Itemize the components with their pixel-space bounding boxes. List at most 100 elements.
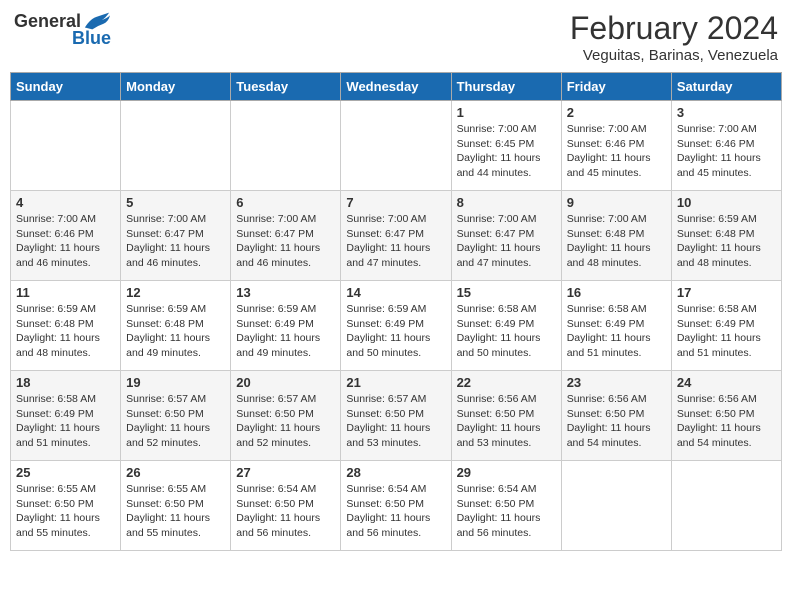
calendar-cell [231, 101, 341, 191]
day-info: Sunrise: 6:57 AM Sunset: 6:50 PM Dayligh… [346, 392, 445, 451]
calendar-cell: 26Sunrise: 6:55 AM Sunset: 6:50 PM Dayli… [121, 461, 231, 551]
calendar-cell [671, 461, 781, 551]
calendar-week-row: 11 Sunrise: 6:59 AM Sunset: 6:48 PM Dayli… [11, 281, 782, 371]
day-info: Sunrise: 6:58 AM Sunset: 6:49 PM Dayligh… [457, 302, 556, 361]
day-info: Sunrise: 7:00 AM Sunset: 6:46 PM Dayligh… [677, 122, 776, 181]
day-info: Sunrise: 6:59 AM Sunset: 6:48 PM Dayligh… [126, 302, 225, 361]
day-info: Sunrise: 6:55 AM Sunset: 6:50 PM Dayligh… [16, 482, 115, 541]
weekday-header-row: SundayMondayTuesdayWednesdayThursdayFrid… [11, 73, 782, 101]
calendar-cell: 29 Sunrise: 6:54 AM Sunset: 6:50 PM Dayli… [451, 461, 561, 551]
day-info: Sunrise: 6:58 AM Sunset: 6:49 PM Dayligh… [677, 302, 776, 361]
weekday-header-thursday: Thursday [451, 73, 561, 101]
day-info: Sunrise: 7:00 AM Sunset: 6:47 PM Dayligh… [236, 212, 335, 271]
calendar-cell [341, 101, 451, 191]
day-number: 5 [126, 195, 225, 210]
calendar-week-row: 1 Sunrise: 7:00 AM Sunset: 6:45 PM Daylig… [11, 101, 782, 191]
calendar-cell [121, 101, 231, 191]
calendar-cell: 14 Sunrise: 6:59 AM Sunset: 6:49 PM Dayli… [341, 281, 451, 371]
day-number: 24 [677, 375, 776, 390]
calendar-cell: 19Sunrise: 6:57 AM Sunset: 6:50 PM Dayli… [121, 371, 231, 461]
calendar-cell: 13 Sunrise: 6:59 AM Sunset: 6:49 PM Dayli… [231, 281, 341, 371]
day-number: 21 [346, 375, 445, 390]
day-info: Sunrise: 7:00 AM Sunset: 6:47 PM Dayligh… [126, 212, 225, 271]
title-block: February 2024 Veguitas, Barinas, Venezue… [570, 10, 778, 64]
logo-blue: Blue [72, 28, 111, 49]
calendar-week-row: 18 Sunrise: 6:58 AM Sunset: 6:49 PM Dayli… [11, 371, 782, 461]
day-number: 14 [346, 285, 445, 300]
calendar-week-row: 4 Sunrise: 7:00 AM Sunset: 6:46 PM Daylig… [11, 191, 782, 281]
day-info: Sunrise: 6:59 AM Sunset: 6:49 PM Dayligh… [236, 302, 335, 361]
day-number: 13 [236, 285, 335, 300]
day-number: 15 [457, 285, 556, 300]
day-info: Sunrise: 6:54 AM Sunset: 6:50 PM Dayligh… [346, 482, 445, 541]
day-info: Sunrise: 6:59 AM Sunset: 6:48 PM Dayligh… [677, 212, 776, 271]
calendar-cell: 25 Sunrise: 6:55 AM Sunset: 6:50 PM Dayli… [11, 461, 121, 551]
calendar-week-row: 25 Sunrise: 6:55 AM Sunset: 6:50 PM Dayli… [11, 461, 782, 551]
calendar-cell: 23 Sunrise: 6:56 AM Sunset: 6:50 PM Dayli… [561, 371, 671, 461]
day-info: Sunrise: 6:59 AM Sunset: 6:48 PM Dayligh… [16, 302, 115, 361]
day-info: Sunrise: 7:00 AM Sunset: 6:46 PM Dayligh… [16, 212, 115, 271]
calendar-cell: 18 Sunrise: 6:58 AM Sunset: 6:49 PM Dayli… [11, 371, 121, 461]
day-number: 12 [126, 285, 225, 300]
calendar-cell: 8 Sunrise: 7:00 AM Sunset: 6:47 PM Daylig… [451, 191, 561, 281]
day-number: 20 [236, 375, 335, 390]
day-number: 3 [677, 105, 776, 120]
day-info: Sunrise: 6:55 AM Sunset: 6:50 PM Dayligh… [126, 482, 225, 541]
page-header: General Blue February 2024 Veguitas, Bar… [10, 10, 782, 64]
day-number: 16 [567, 285, 666, 300]
day-number: 8 [457, 195, 556, 210]
calendar-cell: 22Sunrise: 6:56 AM Sunset: 6:50 PM Dayli… [451, 371, 561, 461]
day-info: Sunrise: 7:00 AM Sunset: 6:45 PM Dayligh… [457, 122, 556, 181]
logo: General Blue [14, 10, 111, 49]
day-number: 17 [677, 285, 776, 300]
day-info: Sunrise: 7:00 AM Sunset: 6:46 PM Dayligh… [567, 122, 666, 181]
calendar-cell: 6 Sunrise: 7:00 AM Sunset: 6:47 PM Daylig… [231, 191, 341, 281]
day-info: Sunrise: 7:00 AM Sunset: 6:47 PM Dayligh… [457, 212, 556, 271]
calendar-cell: 28Sunrise: 6:54 AM Sunset: 6:50 PM Dayli… [341, 461, 451, 551]
day-info: Sunrise: 7:00 AM Sunset: 6:48 PM Dayligh… [567, 212, 666, 271]
day-info: Sunrise: 6:59 AM Sunset: 6:49 PM Dayligh… [346, 302, 445, 361]
weekday-header-wednesday: Wednesday [341, 73, 451, 101]
day-number: 11 [16, 285, 115, 300]
day-number: 22 [457, 375, 556, 390]
weekday-header-tuesday: Tuesday [231, 73, 341, 101]
day-info: Sunrise: 6:58 AM Sunset: 6:49 PM Dayligh… [567, 302, 666, 361]
weekday-header-sunday: Sunday [11, 73, 121, 101]
calendar-cell: 9 Sunrise: 7:00 AM Sunset: 6:48 PM Daylig… [561, 191, 671, 281]
day-number: 4 [16, 195, 115, 210]
calendar-cell: 27 Sunrise: 6:54 AM Sunset: 6:50 PM Dayli… [231, 461, 341, 551]
calendar-cell: 7Sunrise: 7:00 AM Sunset: 6:47 PM Daylig… [341, 191, 451, 281]
day-info: Sunrise: 6:56 AM Sunset: 6:50 PM Dayligh… [567, 392, 666, 451]
calendar-cell: 12 Sunrise: 6:59 AM Sunset: 6:48 PM Dayli… [121, 281, 231, 371]
day-number: 29 [457, 465, 556, 480]
weekday-header-saturday: Saturday [671, 73, 781, 101]
day-info: Sunrise: 6:54 AM Sunset: 6:50 PM Dayligh… [457, 482, 556, 541]
day-number: 6 [236, 195, 335, 210]
day-info: Sunrise: 6:54 AM Sunset: 6:50 PM Dayligh… [236, 482, 335, 541]
calendar-cell: 4 Sunrise: 7:00 AM Sunset: 6:46 PM Daylig… [11, 191, 121, 281]
calendar-cell: 21 Sunrise: 6:57 AM Sunset: 6:50 PM Dayli… [341, 371, 451, 461]
day-number: 10 [677, 195, 776, 210]
day-number: 9 [567, 195, 666, 210]
month-year-title: February 2024 [570, 10, 778, 47]
day-number: 18 [16, 375, 115, 390]
calendar-cell: 5 Sunrise: 7:00 AM Sunset: 6:47 PM Daylig… [121, 191, 231, 281]
day-number: 27 [236, 465, 335, 480]
day-number: 1 [457, 105, 556, 120]
day-info: Sunrise: 6:57 AM Sunset: 6:50 PM Dayligh… [126, 392, 225, 451]
calendar-cell: 16 Sunrise: 6:58 AM Sunset: 6:49 PM Dayli… [561, 281, 671, 371]
day-number: 23 [567, 375, 666, 390]
calendar-table: SundayMondayTuesdayWednesdayThursdayFrid… [10, 72, 782, 551]
day-info: Sunrise: 6:57 AM Sunset: 6:50 PM Dayligh… [236, 392, 335, 451]
day-number: 25 [16, 465, 115, 480]
day-info: Sunrise: 6:58 AM Sunset: 6:49 PM Dayligh… [16, 392, 115, 451]
day-number: 7 [346, 195, 445, 210]
logo-general: General [14, 11, 81, 32]
calendar-cell: 3 Sunrise: 7:00 AM Sunset: 6:46 PM Daylig… [671, 101, 781, 191]
weekday-header-friday: Friday [561, 73, 671, 101]
location-subtitle: Veguitas, Barinas, Venezuela [570, 47, 778, 64]
calendar-cell: 11 Sunrise: 6:59 AM Sunset: 6:48 PM Dayli… [11, 281, 121, 371]
calendar-cell: 20 Sunrise: 6:57 AM Sunset: 6:50 PM Dayli… [231, 371, 341, 461]
calendar-cell: 2Sunrise: 7:00 AM Sunset: 6:46 PM Daylig… [561, 101, 671, 191]
calendar-cell: 24Sunrise: 6:56 AM Sunset: 6:50 PM Dayli… [671, 371, 781, 461]
